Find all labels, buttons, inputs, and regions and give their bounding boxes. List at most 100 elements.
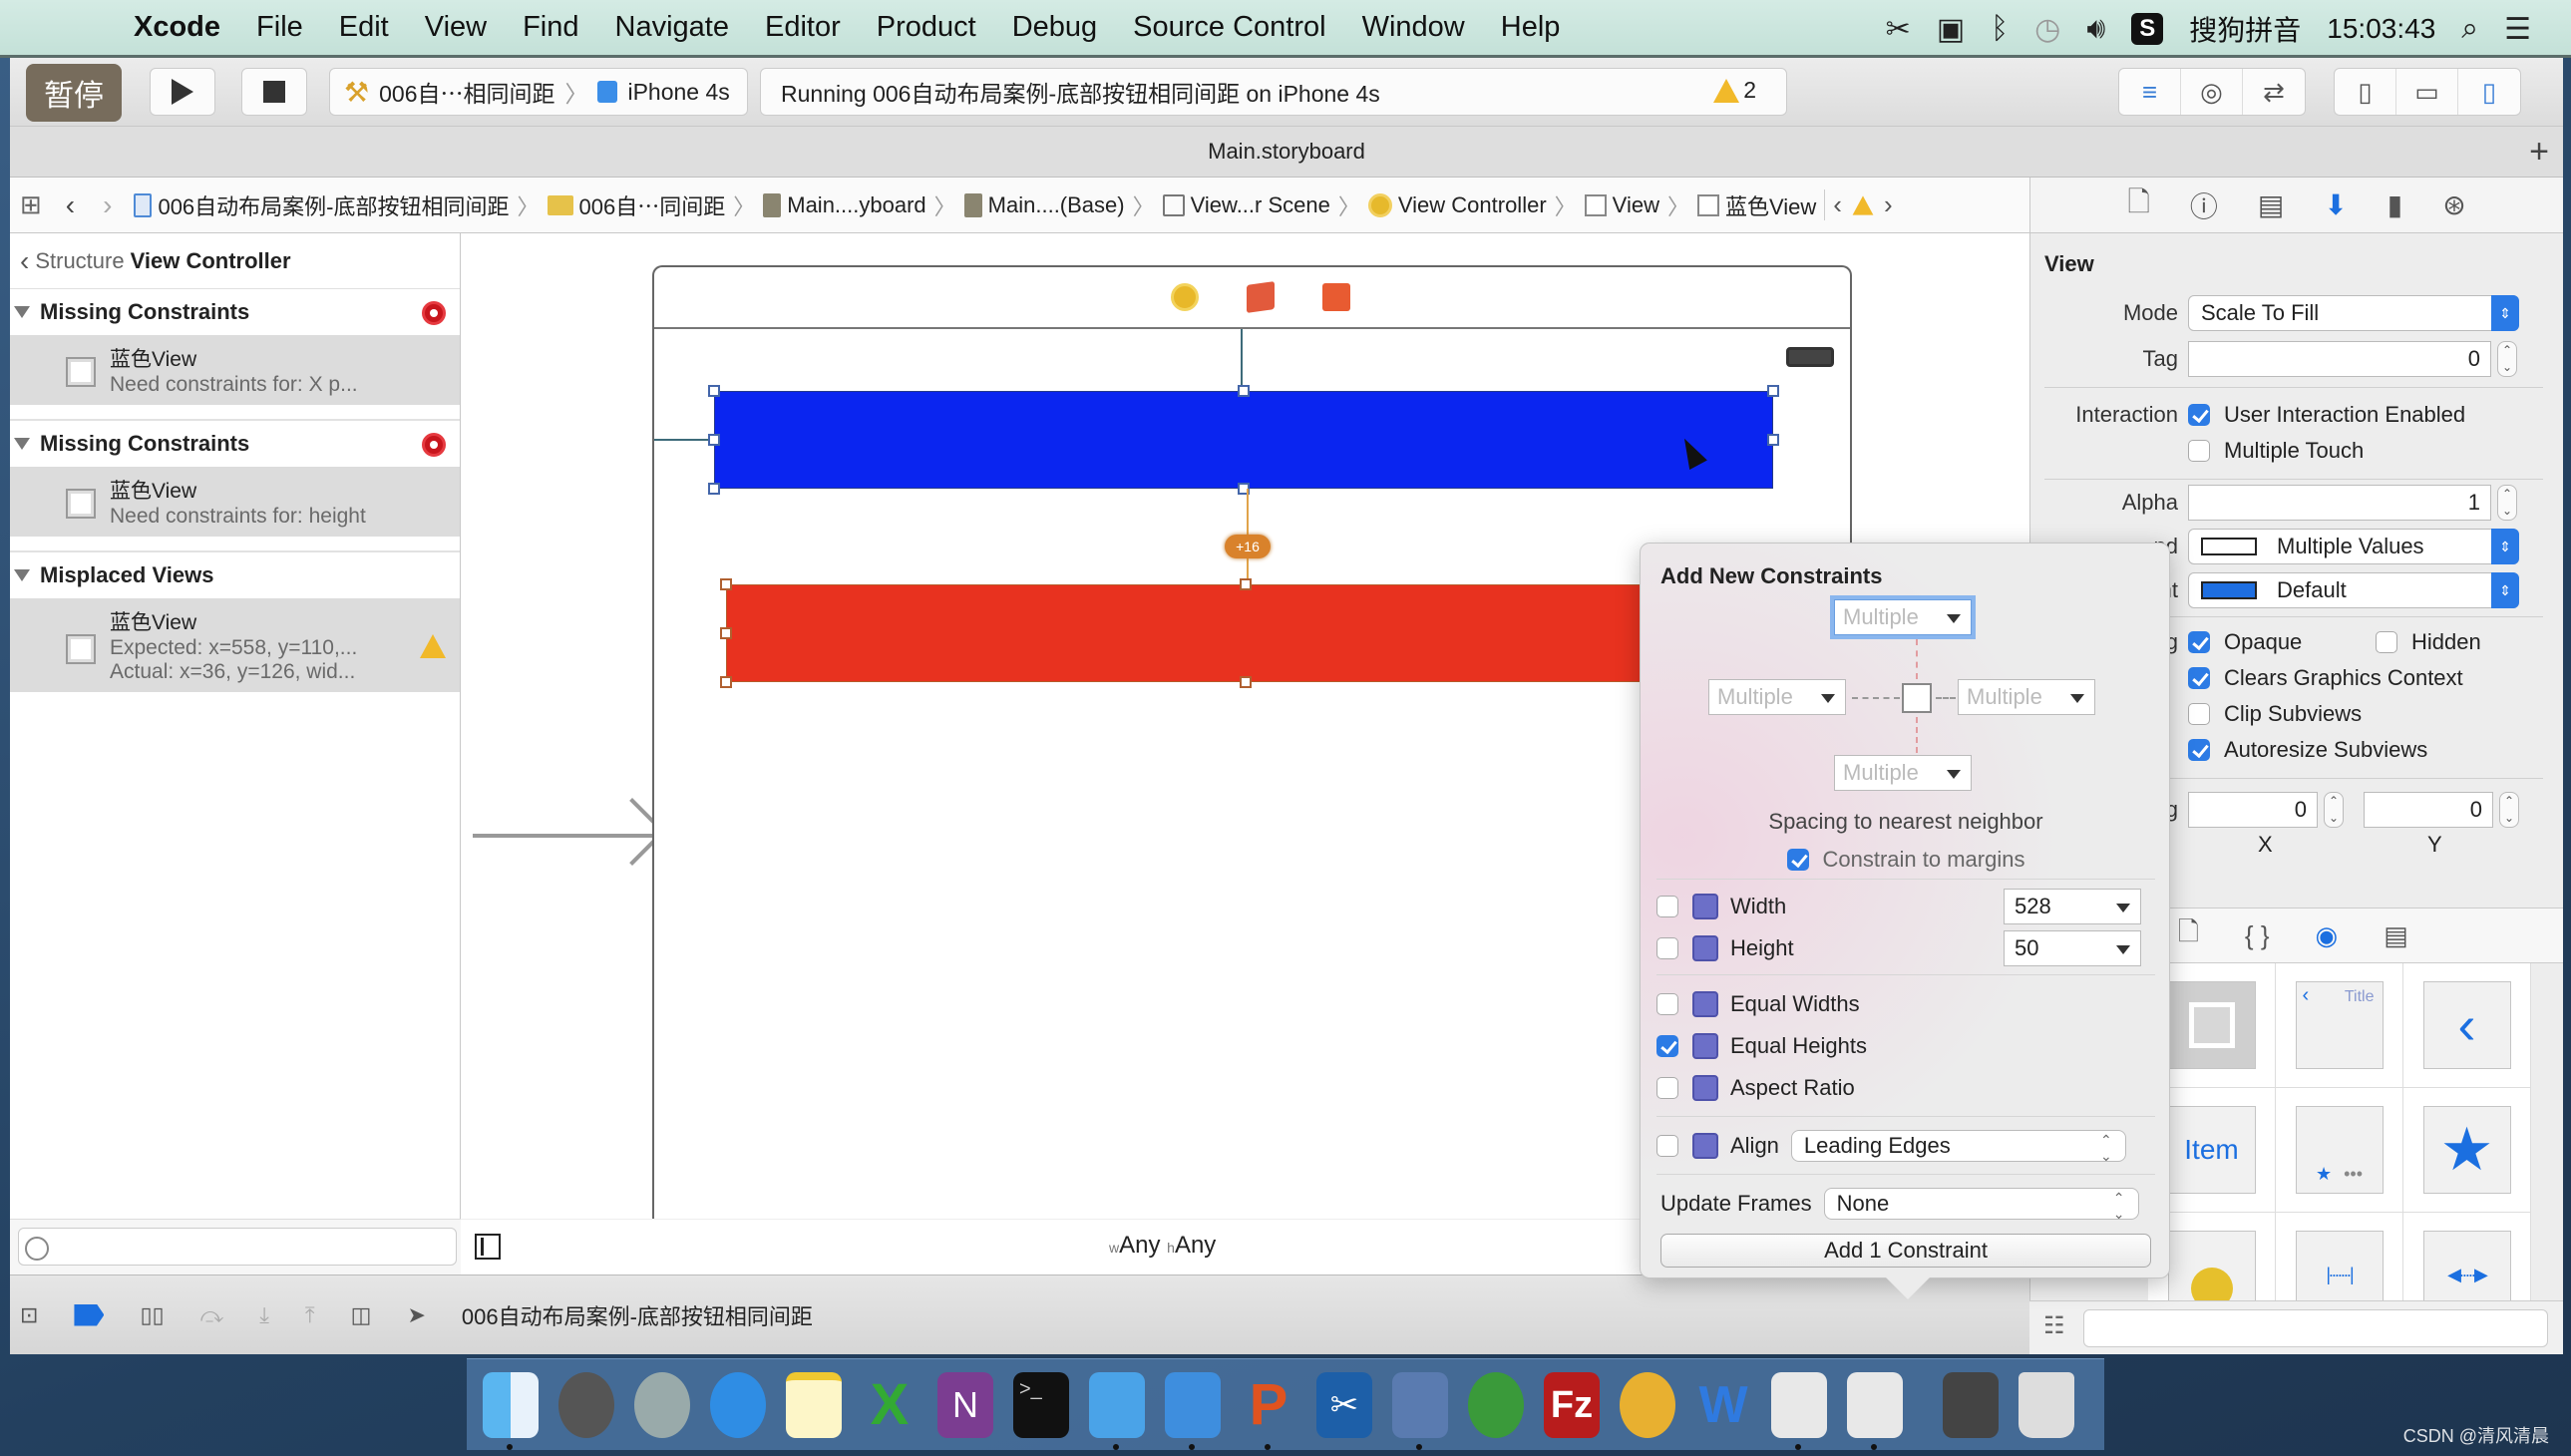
identity-inspector-icon[interactable]: ▤ <box>2258 188 2284 221</box>
resize-handle[interactable] <box>708 385 720 397</box>
stop-button[interactable] <box>241 68 307 116</box>
trash-dock-icon[interactable] <box>2019 1371 2074 1438</box>
quick-help-icon[interactable]: ⓘ <box>2190 185 2218 225</box>
blue-view[interactable] <box>708 385 1779 495</box>
aspect-ratio-checkbox[interactable] <box>1656 1077 1678 1099</box>
breadcrumb-storyboard[interactable]: Main....yboard <box>755 192 933 218</box>
screen-record-icon[interactable]: ▣ <box>1937 12 1965 47</box>
breadcrumb-project[interactable]: 006自动布局案例-底部按钮相同间距 <box>126 189 517 221</box>
disclosure-triangle-icon[interactable] <box>14 306 30 318</box>
scheme-selector[interactable]: ⚒ 006自⋯相同间距 〉 iPhone 4s <box>329 68 748 116</box>
safari-dock-icon[interactable] <box>710 1371 766 1438</box>
breakpoints-toggle-icon[interactable] <box>74 1303 105 1326</box>
disclosure-triangle-icon[interactable] <box>14 438 30 450</box>
pause-execution-icon[interactable]: ▯▯ <box>140 1302 164 1328</box>
powerpoint-dock-icon[interactable]: P <box>1241 1372 1296 1450</box>
menu-view[interactable]: View <box>407 11 505 44</box>
multiple-touch-checkbox[interactable] <box>2188 440 2210 462</box>
new-tab-plus-icon[interactable]: + <box>2529 133 2549 172</box>
menu-product[interactable]: Product <box>859 11 994 44</box>
autoresize-subviews-checkbox[interactable] <box>2188 739 2210 761</box>
ftp-app-dock-icon[interactable] <box>1468 1371 1524 1438</box>
breadcrumb-group[interactable]: 006自⋯同间距 <box>540 189 734 221</box>
stretching-y-field[interactable]: 0 <box>2364 792 2493 828</box>
finder-dock-icon[interactable] <box>483 1371 539 1450</box>
document-outline-toggle-icon[interactable] <box>475 1234 501 1260</box>
instruments-dock-icon[interactable] <box>1771 1371 1827 1450</box>
menu-find[interactable]: Find <box>505 11 596 44</box>
media-library-icon[interactable]: ▤ <box>2384 920 2408 951</box>
exit-icon[interactable] <box>1322 283 1350 311</box>
menu-help[interactable]: Help <box>1483 11 1579 44</box>
spacing-top-field[interactable]: Multiple <box>1834 599 1972 635</box>
size-inspector-icon[interactable]: ▮ <box>2387 188 2402 221</box>
system-preferences-dock-icon[interactable] <box>558 1371 614 1438</box>
library-item-tab-bar[interactable]: ★ ••• <box>2276 1088 2403 1213</box>
display-app-dock-icon[interactable] <box>1943 1371 1999 1438</box>
issue-row[interactable]: 蓝色View Need constraints for: height <box>10 467 460 537</box>
menu-window[interactable]: Window <box>1344 11 1483 44</box>
menu-debug[interactable]: Debug <box>994 11 1115 44</box>
align-checkbox[interactable] <box>1656 1135 1678 1157</box>
add-constraints-button[interactable]: Add 1 Constraint <box>1660 1234 2151 1268</box>
initial-view-controller-arrow[interactable] <box>473 834 652 838</box>
resize-handle[interactable] <box>1240 676 1252 688</box>
resize-handle[interactable] <box>708 483 720 495</box>
object-library-icon[interactable]: ◉ <box>2316 920 2339 951</box>
input-method-icon[interactable]: S <box>2131 13 2164 45</box>
library-item-back-button[interactable]: ‹ <box>2403 963 2531 1088</box>
breadcrumb-storyboard-base[interactable]: Main....(Base) <box>956 192 1133 218</box>
notes-dock-icon[interactable] <box>786 1371 842 1438</box>
warning-icon[interactable] <box>420 634 446 658</box>
resize-handle[interactable] <box>1767 434 1779 446</box>
menu-app[interactable]: Xcode <box>116 11 238 44</box>
background-popup[interactable]: Multiple Values ⇕ <box>2188 529 2519 564</box>
bottom-strut-icon[interactable] <box>1916 717 1918 753</box>
first-responder-icon[interactable] <box>1247 281 1275 313</box>
error-icon[interactable] <box>422 301 446 325</box>
assistant-editor-icon[interactable]: ◎ <box>2181 69 2243 115</box>
list-grid-toggle-icon[interactable]: ☷ <box>2043 1311 2065 1340</box>
breadcrumb-scene[interactable]: View...r Scene <box>1155 192 1338 218</box>
navigator-filter-input[interactable] <box>18 1228 457 1266</box>
clock[interactable]: 15:03:43 <box>2327 13 2435 45</box>
equal-heights-checkbox[interactable] <box>1656 1035 1678 1057</box>
width-value-field[interactable]: 528 <box>2004 889 2141 924</box>
mode-popup[interactable]: Scale To Fill ⇕ <box>2188 295 2519 331</box>
breadcrumb-view-controller[interactable]: View Controller <box>1360 192 1555 218</box>
issue-row[interactable]: 蓝色View Expected: x=558, y=110,... Actual… <box>10 598 460 692</box>
alpha-stepper[interactable]: ⌃ ⌄ <box>2497 485 2517 521</box>
resize-handle[interactable] <box>1240 578 1252 590</box>
file-inspector-icon[interactable]: 🗋 <box>2127 182 2150 229</box>
resize-handle[interactable] <box>720 676 732 688</box>
toggle-utilities-icon[interactable]: ▯ <box>2458 69 2520 115</box>
hide-debug-area-icon[interactable]: ⊡ <box>20 1302 38 1328</box>
issue-group-header[interactable]: Missing Constraints <box>10 421 460 467</box>
launchpad-dock-icon[interactable] <box>634 1371 690 1438</box>
stretching-x-field[interactable]: 0 <box>2188 792 2318 828</box>
toggle-navigator-icon[interactable]: ▯ <box>2335 69 2396 115</box>
excel-dock-icon[interactable]: X <box>862 1372 918 1438</box>
menu-edit[interactable]: Edit <box>321 11 407 44</box>
height-checkbox[interactable] <box>1656 937 1678 959</box>
stretching-x-stepper[interactable]: ⌃ ⌄ <box>2324 792 2344 828</box>
pause-overlay-button[interactable]: 暂停 <box>26 64 122 122</box>
clears-graphics-checkbox[interactable] <box>2188 667 2210 689</box>
menu-navigate[interactable]: Navigate <box>597 11 747 44</box>
simulator-dock-icon[interactable] <box>1165 1371 1221 1450</box>
trailing-strut-icon[interactable] <box>1936 697 1956 699</box>
onenote-dock-icon[interactable]: N <box>937 1371 993 1438</box>
leading-constraint-line[interactable] <box>654 439 714 441</box>
run-button[interactable] <box>150 68 215 116</box>
alpha-field[interactable]: 1 <box>2188 485 2491 521</box>
error-icon[interactable] <box>422 433 446 457</box>
menu-source-control[interactable]: Source Control <box>1115 11 1343 44</box>
code-snippet-library-icon[interactable]: { } <box>2245 920 2270 951</box>
time-machine-icon[interactable]: ◷ <box>2034 12 2060 47</box>
align-popup[interactable]: Leading Edges <box>1790 1130 2126 1165</box>
menu-file[interactable]: File <box>238 11 321 44</box>
library-item-tab-bar-item[interactable]: ★ <box>2403 1088 2531 1213</box>
file-template-library-icon[interactable]: 🗋 <box>2178 913 2199 957</box>
equal-widths-checkbox[interactable] <box>1656 993 1678 1015</box>
connections-inspector-icon[interactable]: ⊛ <box>2442 188 2465 221</box>
